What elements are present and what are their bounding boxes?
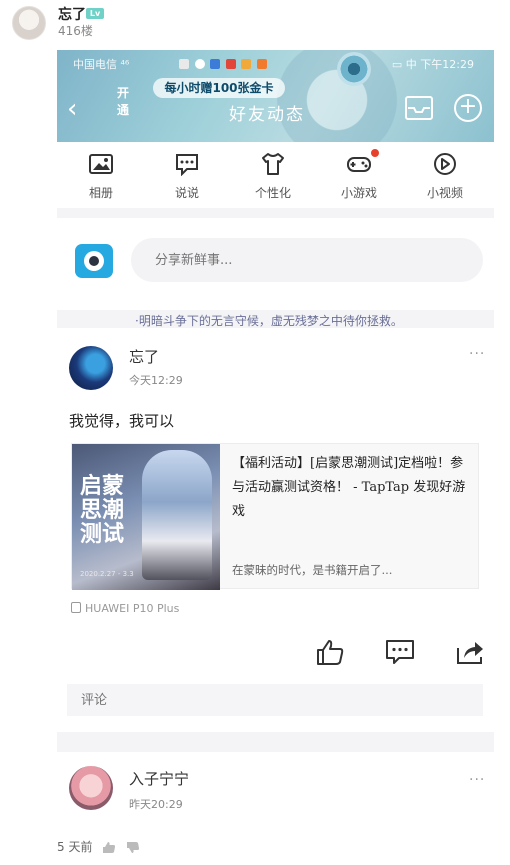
thumbnail-date: 2020.2.27 - 3.3 xyxy=(80,570,134,578)
feed-text: 我觉得，我可以 xyxy=(69,412,175,430)
thumb-up-icon[interactable] xyxy=(102,841,116,854)
post-time: 5 天前 xyxy=(57,840,93,854)
nav-item-album[interactable]: 相册 xyxy=(69,152,133,201)
divider xyxy=(57,208,494,218)
gamepad-icon xyxy=(347,157,371,172)
feed-time: 昨天20:29 xyxy=(129,798,183,811)
app-icon xyxy=(225,59,236,69)
thumbnail-title: 启蒙思潮测试 xyxy=(80,473,125,547)
device-label: HUAWEI P10 Plus xyxy=(71,602,179,615)
status-icons xyxy=(179,57,269,70)
feed-author[interactable]: 忘了 xyxy=(129,346,159,367)
notification-dot xyxy=(371,149,379,157)
nav-item-games[interactable]: 小游戏 xyxy=(327,149,391,201)
share-icon[interactable] xyxy=(455,638,485,666)
avatar[interactable] xyxy=(12,6,46,40)
tshirt-icon xyxy=(262,153,284,175)
quick-nav: 相册 说说 个性化 小游戏 小视频 xyxy=(57,142,494,208)
camera-icon[interactable] xyxy=(75,244,113,278)
feed-author[interactable]: 入子宁宁 xyxy=(129,768,189,789)
nav-label: 个性化 xyxy=(254,186,291,200)
share-input[interactable] xyxy=(131,238,483,282)
nav-item-posts[interactable]: 说说 xyxy=(155,152,219,201)
promo-text: 每小时赠100张金卡 xyxy=(153,78,285,98)
add-icon[interactable]: + xyxy=(454,94,482,122)
avatar[interactable] xyxy=(69,346,113,390)
photo-icon xyxy=(89,154,113,174)
carrier-text: 中国电信 ⁴⁶ xyxy=(73,58,130,71)
comment-icon[interactable] xyxy=(385,638,415,666)
link-card[interactable]: 启蒙思潮测试 2020.2.27 - 3.3 【福利活动】[启蒙思潮测试]定档啦… xyxy=(71,443,479,590)
envelope-icon xyxy=(408,107,430,113)
comment-input[interactable] xyxy=(67,684,483,716)
post-header: 忘了 Lv 416楼 xyxy=(0,0,510,48)
phone-icon xyxy=(71,602,81,613)
promo-open-label: 开通 xyxy=(117,86,130,117)
floor-number: 416楼 xyxy=(58,24,93,38)
more-icon[interactable]: ··· xyxy=(469,346,485,362)
avatar[interactable] xyxy=(69,766,113,810)
speech-bubble-icon xyxy=(176,154,198,176)
level-badge: Lv xyxy=(86,8,104,19)
page-title: 好友动态 xyxy=(229,105,305,125)
feed-time: 今天12:29 xyxy=(129,374,183,387)
post-footer: 5 天前 xyxy=(57,838,140,858)
user-signature: ·明暗斗争下的无言守候，虚无残梦之中待你拯救。 xyxy=(135,314,403,328)
nav-label: 相册 xyxy=(88,186,113,200)
status-right-text: ▭ 中 下午12:29 xyxy=(391,58,474,71)
nav-item-videos[interactable]: 小视频 xyxy=(413,152,477,201)
app-icon xyxy=(256,59,267,69)
device-name: HUAWEI P10 Plus xyxy=(85,602,180,615)
more-icon[interactable]: ··· xyxy=(469,772,485,788)
character-illustration xyxy=(142,450,212,580)
link-description: 在蒙昧的时代，是书籍开启了... xyxy=(232,563,393,577)
header-banner: 中国电信 ⁴⁶ ▭ 中 下午12:29 开通 每小时赠100张金卡 ‹ 好友动态… xyxy=(57,50,494,142)
nav-label: 小视频 xyxy=(426,186,463,200)
info-icon xyxy=(194,59,205,69)
like-icon[interactable] xyxy=(315,638,345,666)
back-icon[interactable]: ‹ xyxy=(67,94,77,124)
share-row xyxy=(57,218,494,312)
thumb-down-icon[interactable] xyxy=(126,841,140,854)
app-icon xyxy=(241,59,251,69)
nav-label: 说说 xyxy=(174,186,199,200)
wifi-icon xyxy=(179,59,189,69)
nav-label: 小游戏 xyxy=(340,186,377,200)
nav-item-personalize[interactable]: 个性化 xyxy=(241,152,305,201)
post-username[interactable]: 忘了 xyxy=(58,4,86,24)
link-thumbnail: 启蒙思潮测试 2020.2.27 - 3.3 xyxy=(72,444,220,590)
link-title: 【福利活动】[启蒙思潮测试]定档啦！参与活动赢测试资格！ - TapTap 发现… xyxy=(232,456,466,519)
status-bar: 中国电信 ⁴⁶ ▭ 中 下午12:29 xyxy=(57,54,494,72)
inbox-icon[interactable] xyxy=(405,96,433,120)
divider xyxy=(57,732,494,752)
app-icon xyxy=(210,59,220,69)
play-circle-icon xyxy=(434,153,456,175)
embedded-screenshot: 中国电信 ⁴⁶ ▭ 中 下午12:29 开通 每小时赠100张金卡 ‹ 好友动态… xyxy=(57,50,494,864)
